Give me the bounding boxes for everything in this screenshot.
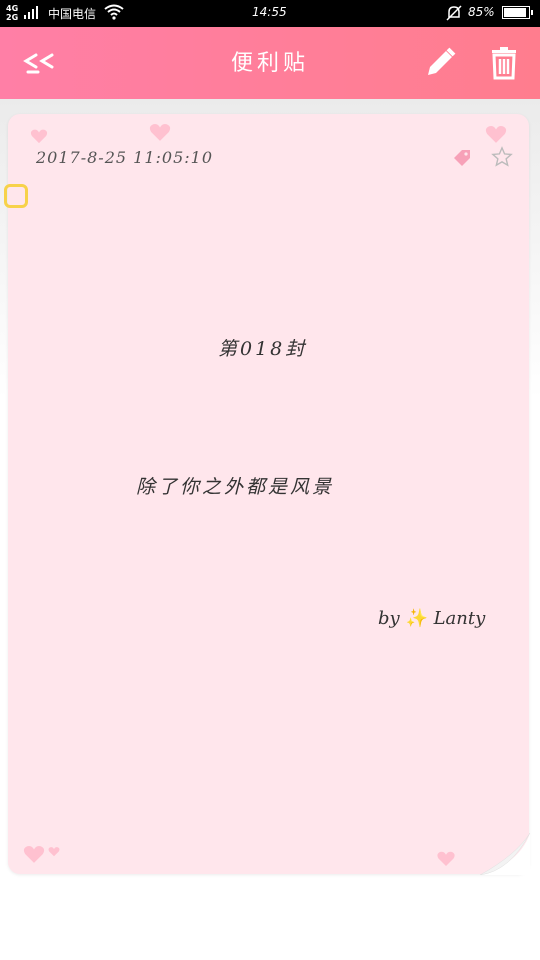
pencil-icon xyxy=(428,47,456,75)
status-bar: 4G 2G 中国电信 14:55 85% xyxy=(0,0,540,27)
trash-icon xyxy=(492,47,516,80)
note-card[interactable]: 2017-8-25 11:05:10 第018封 除了你之外都是风景 by ✨ … xyxy=(4,114,530,875)
note-signature: by ✨ Lanty xyxy=(378,608,485,629)
heart-decoration-icon xyxy=(437,851,455,867)
edit-button[interactable] xyxy=(422,45,458,81)
network-type: 4G 2G xyxy=(6,4,19,22)
app-header: 便利贴 xyxy=(0,27,540,99)
signature-name: Lanty xyxy=(433,608,486,629)
battery-icon xyxy=(502,6,533,19)
note-line-2: 除了你之外都是风景 xyxy=(136,476,335,498)
tag-icon[interactable] xyxy=(452,148,472,168)
delete-button[interactable] xyxy=(486,45,522,81)
carrier-name: 中国电信 xyxy=(48,7,97,21)
clock: 14:55 xyxy=(252,5,287,19)
text-cursor-handle[interactable] xyxy=(4,184,28,208)
signal-icon xyxy=(24,6,38,19)
heart-decoration-icon xyxy=(48,847,60,857)
note-line-1: 第018封 xyxy=(218,338,308,360)
page-curl-corner xyxy=(479,833,530,875)
sparkle-icon: ✨ xyxy=(405,608,428,629)
star-icon[interactable] xyxy=(491,146,513,168)
battery-percent: 85% xyxy=(468,5,495,19)
wifi-icon xyxy=(104,4,124,20)
heart-decoration-icon xyxy=(30,129,48,144)
mute-bell-icon xyxy=(446,5,462,21)
page-title: 便利贴 xyxy=(230,51,309,76)
heart-decoration-icon xyxy=(485,126,507,143)
heart-decoration-icon xyxy=(23,846,45,863)
note-date: 2017-8-25 11:05:10 xyxy=(36,148,214,167)
heart-decoration-icon xyxy=(149,124,171,141)
signature-prefix: by xyxy=(378,608,400,629)
